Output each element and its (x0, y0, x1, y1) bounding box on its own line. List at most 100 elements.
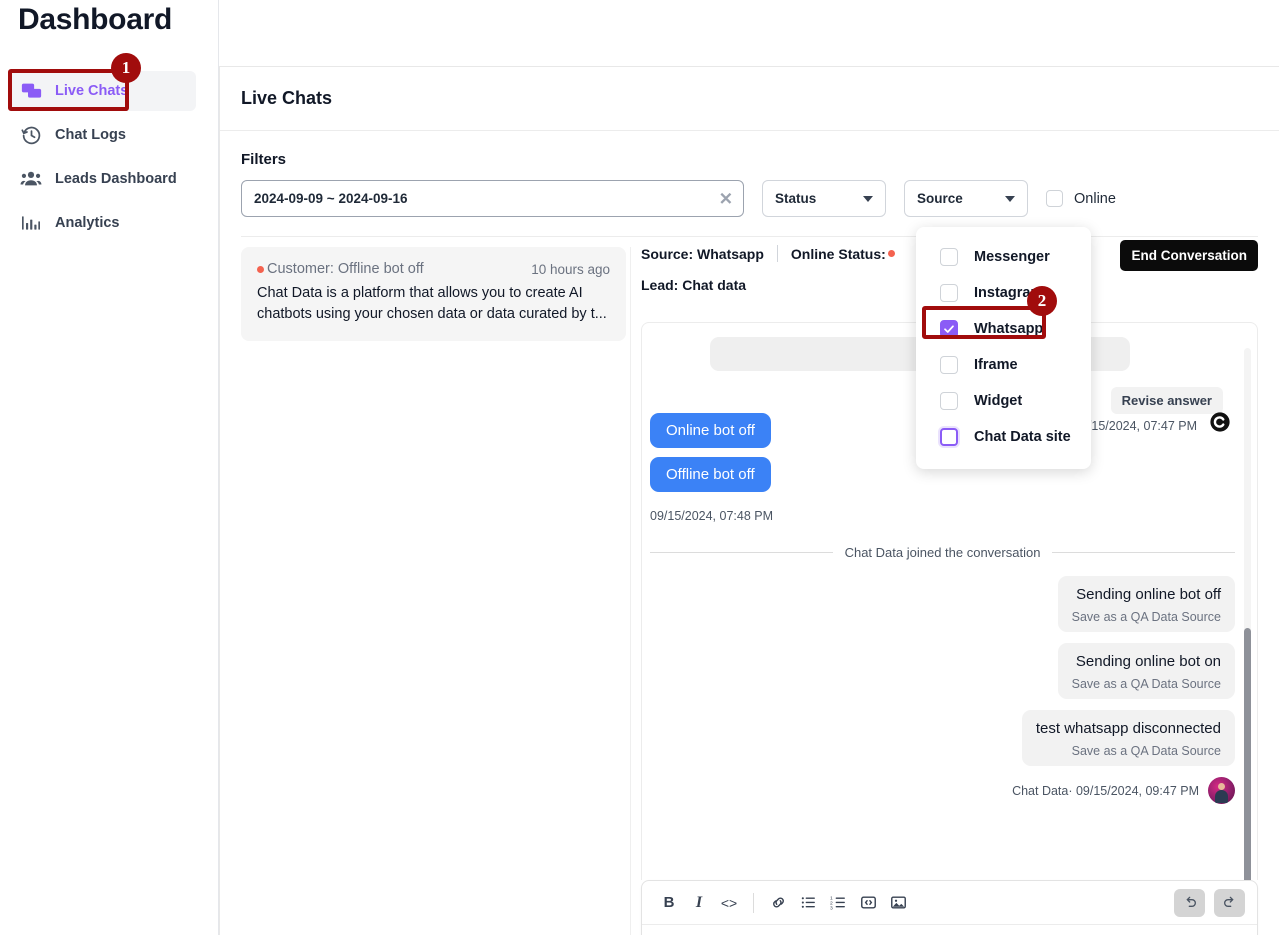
list-item-header: Customer: Offline bot off 10 hours ago (257, 261, 610, 277)
bullet-list-icon[interactable] (793, 888, 823, 918)
checkbox-box[interactable] (940, 284, 958, 302)
checkbox-box (1046, 190, 1063, 207)
source-menu-item-widget[interactable]: Widget (916, 383, 1091, 419)
online-filter-checkbox[interactable]: Online (1046, 190, 1116, 207)
source-menu-item-iframe[interactable]: Iframe (916, 347, 1091, 383)
online-filter-label: Online (1074, 190, 1116, 207)
right-messages: Sending online bot off Save as a QA Data… (650, 576, 1235, 804)
meta-divider (776, 245, 778, 262)
main-title: Live Chats (241, 88, 333, 108)
save-qa-source-link[interactable]: Save as a QA Data Source (1072, 677, 1221, 691)
checkbox-box-checked[interactable] (940, 320, 958, 338)
bold-icon[interactable]: B (654, 888, 684, 918)
date-range-input[interactable]: 2024-09-09 ~ 2024-09-16 ✕ (241, 180, 744, 217)
annotation-badge-2: 2 (1027, 286, 1057, 316)
sidebar-item-leads-dashboard[interactable]: Leads Dashboard (8, 159, 196, 199)
filters-label: Filters (241, 151, 287, 168)
source-menu-item-whatsapp[interactable]: Whatsapp (916, 311, 1091, 347)
inline-code-icon[interactable]: <> (714, 888, 744, 918)
end-conversation-button[interactable]: End Conversation (1120, 240, 1258, 271)
clear-date-icon[interactable]: ✕ (719, 190, 733, 207)
source-menu: Messenger Instagram Whatsapp Iframe Widg… (916, 227, 1091, 469)
message-scrollbar-thumb[interactable] (1244, 628, 1251, 880)
message-bubble-incoming: Sending online bot on Save as a QA Data … (1057, 643, 1235, 699)
list-item[interactable]: Customer: Offline bot off 10 hours ago C… (241, 247, 626, 341)
filter-row: 2024-09-09 ~ 2024-09-16 ✕ Status Source … (241, 180, 1116, 217)
message-meta-row: Chat Data· 09/15/2024, 09:47 PM (1012, 777, 1235, 804)
checkbox-box-focused[interactable] (940, 428, 958, 446)
message-text: Sending online bot on (1075, 653, 1221, 670)
message-editor: B I <> 1 2 3 (641, 880, 1258, 935)
status-filter-select[interactable]: Status (762, 180, 886, 217)
revise-answer-button[interactable]: Revise answer (1110, 387, 1223, 414)
filters-divider (241, 236, 1258, 237)
sidebar-item-label: Live Chats (55, 83, 129, 99)
unread-dot-icon (257, 265, 264, 273)
source-menu-item-label: Whatsapp (974, 321, 1044, 337)
sidebar-item-chat-logs[interactable]: Chat Logs (8, 115, 196, 155)
list-item-time: 10 hours ago (531, 261, 610, 277)
chevron-down-icon (1005, 195, 1015, 202)
conversation-online-status-label: Online Status: (790, 245, 886, 262)
editor-input-row (642, 925, 1257, 935)
source-filter-select[interactable]: Source (904, 180, 1028, 217)
sidebar: Dashboard Live Chats Chat Logs Leads Das… (0, 0, 219, 935)
column-divider (630, 247, 631, 935)
copyright-circle-icon[interactable] (1209, 411, 1231, 438)
source-filter-label: Source (917, 191, 963, 206)
source-menu-item-messenger[interactable]: Messenger (916, 239, 1091, 275)
message-text: test whatsapp disconnected (1035, 720, 1221, 737)
source-menu-item-label: Iframe (974, 357, 1018, 373)
numbered-list-icon[interactable]: 1 2 3 (823, 888, 853, 918)
source-menu-item-label: Messenger (974, 249, 1050, 265)
chat-bubbles-icon (20, 80, 42, 102)
divider-line (650, 552, 833, 553)
divider-line (1052, 552, 1236, 553)
sidebar-item-live-chats[interactable]: Live Chats (8, 71, 196, 111)
source-menu-item-chat-data-site[interactable]: Chat Data site (916, 419, 1091, 455)
image-icon[interactable] (883, 888, 913, 918)
conversation-source: Source: Whatsapp (641, 245, 764, 262)
editor-toolbar: B I <> 1 2 3 (642, 881, 1257, 925)
italic-icon[interactable]: I (684, 888, 714, 918)
system-note-row: Chat Data joined the conversation (650, 545, 1236, 560)
list-item-customer-label: Customer: Offline bot off (267, 261, 424, 277)
list-item-customer: Customer: Offline bot off (257, 261, 424, 277)
code-block-icon[interactable] (853, 888, 883, 918)
message-author-time: Chat Data· 09/15/2024, 09:47 PM (1012, 783, 1199, 798)
source-menu-item-label: Widget (974, 393, 1023, 409)
toolbar-divider (753, 892, 754, 913)
avatar (1208, 777, 1235, 804)
message-bubble-outgoing: Offline bot off (650, 457, 771, 492)
revise-timestamp: 09/15/2024, 07:47 PM (1073, 419, 1197, 433)
svg-text:2: 2 (830, 901, 833, 907)
checkbox-box[interactable] (940, 356, 958, 374)
undo-icon[interactable] (1174, 888, 1205, 917)
redo-icon[interactable] (1214, 888, 1245, 917)
chat-list: Customer: Offline bot off 10 hours ago C… (241, 247, 626, 341)
message-text: Sending online bot off (1076, 586, 1221, 603)
message-timestamp: 09/15/2024, 07:48 PM (650, 509, 774, 523)
source-menu-item-instagram[interactable]: Instagram (916, 275, 1091, 311)
annotation-badge-1: 1 (111, 53, 141, 83)
save-qa-source-link[interactable]: Save as a QA Data Source (1036, 744, 1221, 758)
sidebar-item-label: Analytics (55, 215, 120, 231)
date-range-value: 2024-09-09 ~ 2024-09-16 (254, 191, 408, 206)
dashboard-page: Dashboard Live Chats Chat Logs Leads Das… (0, 0, 1279, 935)
save-qa-source-link[interactable]: Save as a QA Data Source (1072, 610, 1221, 624)
sidebar-item-label: Chat Logs (55, 127, 126, 143)
page-title: Dashboard (18, 3, 172, 36)
system-note-text: Chat Data joined the conversation (844, 545, 1041, 560)
link-icon[interactable] (763, 888, 793, 918)
checkbox-box[interactable] (940, 248, 958, 266)
bar-chart-icon (20, 212, 42, 234)
message-bubble-incoming: Sending online bot off Save as a QA Data… (1057, 576, 1235, 632)
svg-text:3: 3 (830, 906, 833, 911)
status-filter-label: Status (775, 191, 817, 206)
checkbox-box[interactable] (940, 392, 958, 410)
message-bubble-outgoing: Online bot off (650, 413, 771, 448)
list-item-preview: Chat Data is a platform that allows you … (257, 285, 607, 322)
sidebar-item-label: Leads Dashboard (55, 171, 177, 187)
sidebar-item-analytics[interactable]: Analytics (8, 203, 196, 243)
message-bubble-incoming: test whatsapp disconnected Save as a QA … (1021, 710, 1235, 766)
